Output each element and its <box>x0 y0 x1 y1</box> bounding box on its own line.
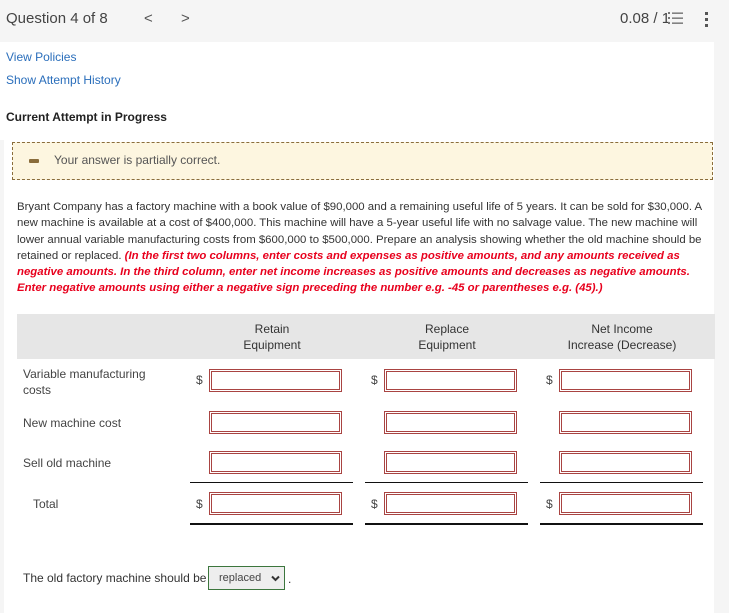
net-income-total-input[interactable] <box>559 492 692 515</box>
show-attempt-history-link[interactable]: Show Attempt History <box>6 69 121 92</box>
chevron-right-icon[interactable]: > <box>181 10 190 27</box>
column-header-line: Retain <box>254 322 290 336</box>
net-income-variable-costs-input[interactable] <box>559 369 692 392</box>
total-rule <box>190 523 353 525</box>
row-label-total: Total <box>33 497 59 511</box>
currency-symbol: $ <box>196 373 203 387</box>
chevron-left-icon[interactable]: < <box>144 10 153 27</box>
currency-symbol: $ <box>546 373 553 387</box>
chevron-down-icon <box>271 575 280 582</box>
feedback-banner: Your answer is partially correct. <box>12 142 713 180</box>
subtotal-rule <box>365 482 528 483</box>
column-header-retain: Retain Equipment <box>222 321 322 353</box>
total-rule <box>365 523 528 525</box>
row-label-sell-old-machine: Sell old machine <box>23 456 112 470</box>
subtotal-rule <box>540 482 703 483</box>
subtotal-rule <box>190 482 353 483</box>
column-header-line: Increase (Decrease) <box>567 338 677 352</box>
column-header-line: Net Income <box>591 322 653 336</box>
attempt-links: View Policies Show Attempt History <box>6 46 121 92</box>
feedback-text: Your answer is partially correct. <box>54 153 221 167</box>
total-rule <box>540 523 703 525</box>
question-header: Question 4 of 8 < > 0.08 / 1 <box>0 0 729 42</box>
column-header-line: Replace <box>424 322 470 336</box>
score: 0.08 / 1 <box>620 10 671 27</box>
currency-symbol: $ <box>371 373 378 387</box>
row-label-variable-costs: Variable manufacturing costs <box>23 367 146 397</box>
question-counter: Question 4 of 8 <box>6 10 108 27</box>
conclusion-suffix: . <box>288 572 292 586</box>
numbered-list-icon[interactable] <box>668 11 684 27</box>
retain-variable-costs-input[interactable] <box>209 369 342 392</box>
column-header-replace: Replace Equipment <box>397 321 497 353</box>
currency-symbol: $ <box>546 497 553 511</box>
attempt-title: Current Attempt in Progress <box>6 110 167 124</box>
replace-new-machine-cost-input[interactable] <box>384 411 517 434</box>
net-income-sell-old-machine-input[interactable] <box>559 451 692 474</box>
column-header-line: Equipment <box>243 338 301 352</box>
more-vertical-icon[interactable] <box>704 11 710 28</box>
column-header-net-income: Net Income Increase (Decrease) <box>557 321 687 353</box>
view-policies-link[interactable]: View Policies <box>6 46 121 69</box>
replace-variable-costs-input[interactable] <box>384 369 517 392</box>
conclusion-select[interactable]: replaced <box>208 566 285 590</box>
retain-sell-old-machine-input[interactable] <box>209 451 342 474</box>
currency-symbol: $ <box>196 497 203 511</box>
conclusion-prefix: The old factory machine should be <box>23 571 207 585</box>
left-margin <box>0 140 4 613</box>
row-label-new-machine-cost: New machine cost <box>23 416 122 430</box>
problem-statement: Bryant Company has a factory machine wit… <box>17 199 717 297</box>
scroll-gutter <box>714 42 729 613</box>
retain-new-machine-cost-input[interactable] <box>209 411 342 434</box>
conclusion-selected-value: replaced <box>219 572 262 584</box>
replace-sell-old-machine-input[interactable] <box>384 451 517 474</box>
table-header: Retain Equipment Replace Equipment Net I… <box>17 314 715 359</box>
net-income-new-machine-cost-input[interactable] <box>559 411 692 434</box>
partial-dash-icon <box>29 159 39 163</box>
column-header-line: Equipment <box>418 338 476 352</box>
currency-symbol: $ <box>371 497 378 511</box>
replace-total-input[interactable] <box>384 492 517 515</box>
retain-total-input[interactable] <box>209 492 342 515</box>
